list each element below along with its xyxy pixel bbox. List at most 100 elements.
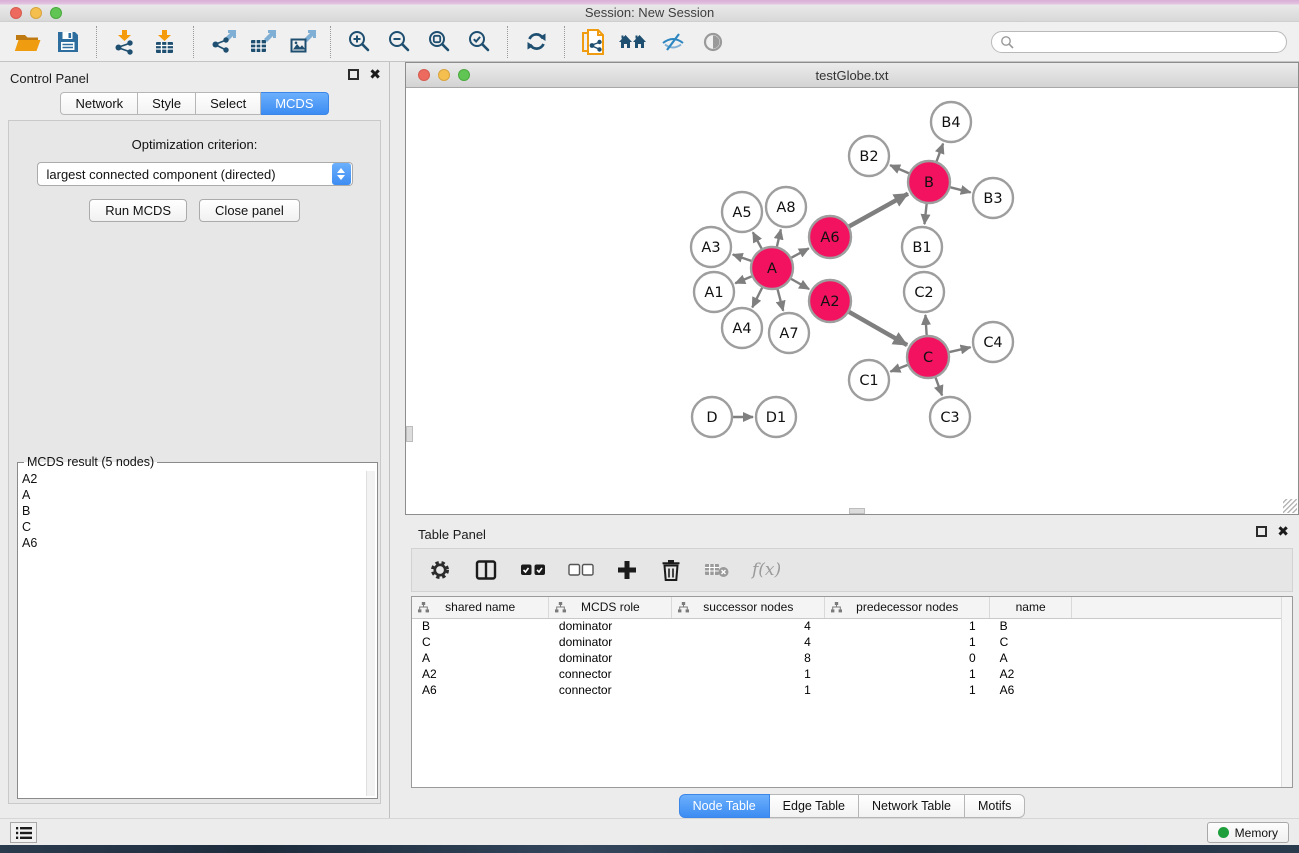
task-history-button[interactable] (10, 822, 37, 843)
table-row[interactable]: Bdominator41B (412, 618, 1292, 634)
tab-style[interactable]: Style (138, 92, 196, 115)
graph-edge-A2-C[interactable] (849, 312, 907, 345)
tab-network-table[interactable]: Network Table (859, 794, 965, 818)
table-row[interactable]: Cdominator41C (412, 634, 1292, 650)
unchecked-boxes-icon (568, 563, 594, 577)
zoom-selected-button[interactable] (459, 25, 499, 59)
graph-edge-A-A1[interactable] (735, 276, 751, 283)
import-network-button[interactable] (105, 25, 145, 59)
home-neighbors-button[interactable] (613, 25, 653, 59)
save-session-button[interactable] (48, 25, 88, 59)
tab-network[interactable]: Network (60, 92, 138, 115)
export-table-button[interactable] (242, 25, 282, 59)
tab-motifs[interactable]: Motifs (965, 794, 1025, 818)
cell-successor-nodes: 1 (672, 682, 825, 698)
memory-button[interactable]: Memory (1207, 822, 1289, 843)
export-table-icon (249, 29, 276, 55)
splitter-grip[interactable] (849, 508, 865, 514)
graph-edge-A-A7[interactable] (778, 289, 784, 310)
import-table-button[interactable] (145, 25, 185, 59)
eye-icon (701, 30, 725, 54)
close-panel-button[interactable]: Close panel (199, 199, 300, 222)
table-row[interactable]: Adominator80A (412, 650, 1292, 666)
run-mcds-button[interactable]: Run MCDS (89, 199, 187, 222)
zoom-fit-button[interactable] (419, 25, 459, 59)
resize-grip-icon[interactable] (1283, 499, 1297, 513)
memory-label: Memory (1235, 826, 1278, 840)
select-all-columns-button[interactable] (520, 563, 546, 577)
show-all-button[interactable] (693, 25, 733, 59)
refresh-icon (524, 29, 549, 54)
tab-mcds[interactable]: MCDS (261, 92, 328, 115)
cell-name: B (990, 618, 1072, 634)
graph-edge-C-C3[interactable] (936, 378, 943, 396)
column-header-predecessor-nodes[interactable]: predecessor nodes (825, 597, 990, 618)
mcds-result-list: A2ABCA6 (22, 471, 377, 551)
toolbar-separator (193, 26, 194, 58)
column-header-shared-name[interactable]: shared name (412, 597, 549, 618)
delete-table-button[interactable] (704, 561, 730, 579)
float-panel-icon[interactable] (348, 69, 359, 80)
column-header-successor-nodes[interactable]: successor nodes (672, 597, 825, 618)
graph-edge-B-B1[interactable] (924, 204, 926, 224)
tab-select[interactable]: Select (196, 92, 261, 115)
graph-edge-B-B4[interactable] (937, 144, 944, 162)
split-view-button[interactable] (474, 558, 498, 582)
hide-selected-button[interactable] (653, 25, 693, 59)
result-item: A6 (22, 535, 377, 551)
criterion-dropdown[interactable]: largest connected component (directed) (37, 162, 353, 186)
scrollbar[interactable] (366, 471, 375, 796)
graph-edge-A-A6[interactable] (791, 248, 808, 257)
delete-column-button[interactable] (660, 558, 682, 582)
tab-edge-table[interactable]: Edge Table (770, 794, 859, 818)
memory-status-icon (1218, 827, 1229, 838)
toolbar-separator (96, 26, 97, 58)
network-from-file-button[interactable] (573, 25, 613, 59)
table-row[interactable]: A2connector11A2 (412, 666, 1292, 682)
search-icon (1000, 35, 1014, 49)
graph-edge-A-A5[interactable] (753, 232, 762, 248)
cell-name: C (990, 634, 1072, 650)
graph-node-label: B4 (941, 115, 960, 131)
float-panel-icon[interactable] (1256, 526, 1267, 537)
graph-edge-A-A8[interactable] (777, 229, 781, 246)
graph-edge-B-B2[interactable] (890, 165, 909, 173)
graph-node-label: A2 (820, 294, 839, 310)
zoom-in-button[interactable] (339, 25, 379, 59)
open-file-button[interactable] (8, 25, 48, 59)
zoom-out-button[interactable] (379, 25, 419, 59)
deselect-all-columns-button[interactable] (568, 563, 594, 577)
table-toolbar: f(x) (411, 548, 1293, 592)
graph-node-label: A5 (732, 205, 751, 221)
add-column-button[interactable] (616, 559, 638, 581)
mcds-result-box: MCDS result (5 nodes) A2ABCA6 (17, 455, 378, 799)
function-builder-button[interactable]: f(x) (752, 560, 781, 580)
export-network-button[interactable] (202, 25, 242, 59)
network-canvas[interactable]: B4B2BB3A5A8A6A3B1AA1C2A2A4A7C4CC1DD1C3 (406, 88, 1298, 514)
graph-edge-A-A2[interactable] (791, 279, 809, 289)
graph-edge-A-A4[interactable] (752, 288, 762, 308)
search-field[interactable] (991, 31, 1287, 53)
splitter-grip[interactable] (406, 426, 413, 442)
graph-edge-B-B3[interactable] (950, 187, 970, 192)
graph-edge-C-C4[interactable] (949, 347, 970, 352)
column-header-mcds-role[interactable]: MCDS role (549, 597, 672, 618)
close-panel-icon[interactable]: ✖ (369, 69, 381, 80)
column-header-name[interactable]: name (990, 597, 1072, 618)
graph-node-label: C3 (940, 410, 959, 426)
search-input[interactable] (1019, 35, 1278, 49)
cell-name: A2 (990, 666, 1072, 682)
graph-edge-A6-B[interactable] (849, 194, 908, 227)
table-row[interactable]: A6connector11A6 (412, 682, 1292, 698)
refresh-button[interactable] (516, 25, 556, 59)
graph-edge-C-C1[interactable] (890, 365, 907, 372)
export-image-button[interactable] (282, 25, 322, 59)
scrollbar[interactable] (1281, 597, 1292, 787)
eye-slash-icon (660, 30, 686, 54)
columns-icon (474, 558, 498, 582)
graph-edge-C-C2[interactable] (925, 315, 926, 335)
graph-edge-A-A3[interactable] (733, 254, 751, 260)
tab-node-table[interactable]: Node Table (679, 794, 770, 818)
table-settings-button[interactable] (428, 558, 452, 582)
close-panel-icon[interactable]: ✖ (1277, 526, 1289, 537)
